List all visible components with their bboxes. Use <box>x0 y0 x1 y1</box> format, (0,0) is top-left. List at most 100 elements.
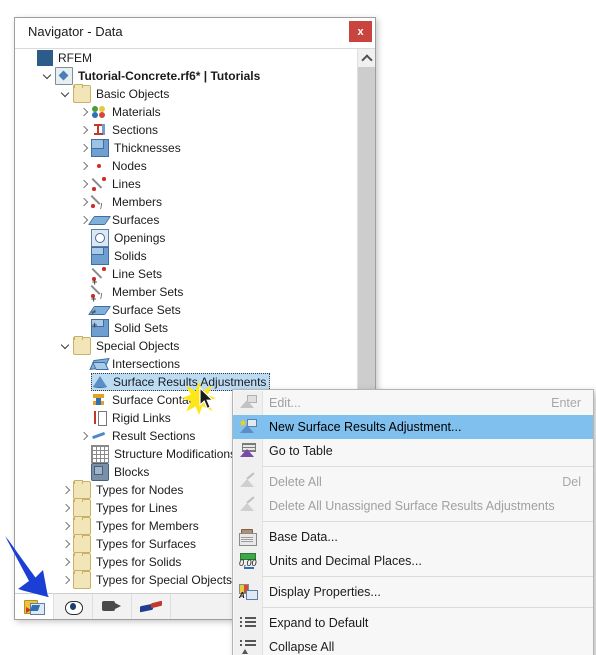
chevron-right-icon[interactable] <box>77 427 91 445</box>
tree-item-content[interactable]: I Members <box>91 193 162 211</box>
navigator-views-button[interactable] <box>93 594 132 619</box>
menu-item-expand-to-default[interactable]: Expand to Default <box>233 611 593 635</box>
menu-item-label: Delete All Unassigned Surface Results Ad… <box>269 499 555 513</box>
tree-item-label: RFEM <box>58 51 92 65</box>
tree-item-members[interactable]: I Members <box>15 193 353 211</box>
tree-item-label: Solid Sets <box>114 321 169 335</box>
tree-item-content[interactable]: Intersections <box>91 355 180 373</box>
tree-item-content[interactable]: Surface Contacts <box>91 391 204 409</box>
menu-item-label: Base Data... <box>269 530 338 544</box>
base-data-icon <box>239 529 257 546</box>
tree-item-content[interactable]: Types for Lines <box>73 498 178 517</box>
tree-item-content[interactable]: Basic Objects <box>73 84 170 103</box>
chevron-right-icon[interactable] <box>59 481 73 499</box>
chevron-right-icon[interactable] <box>77 103 91 121</box>
tree-item-content[interactable]: Blocks <box>91 463 149 481</box>
chevron-down-icon[interactable] <box>59 337 73 355</box>
tree-item-content[interactable]: Surfaces <box>91 211 159 229</box>
menu-item-edit: Edit... Enter <box>233 391 593 415</box>
tree-item-content[interactable]: Sections <box>91 121 158 139</box>
tree-item-intersections[interactable]: Intersections <box>15 355 353 373</box>
chevron-right-icon[interactable] <box>77 121 91 139</box>
menu-item-new-surface-results-adjustment[interactable]: New Surface Results Adjustment... <box>233 415 593 439</box>
tree-item-content[interactable]: Result Sections <box>91 427 195 445</box>
menu-item-base-data[interactable]: Base Data... <box>233 525 593 549</box>
tree-item-line-sets[interactable]: Line Sets <box>15 265 353 283</box>
tree-item-content[interactable]: Surface Sets <box>91 301 181 319</box>
tree-item-materials[interactable]: Materials <box>15 103 353 121</box>
chevron-right-icon[interactable] <box>59 535 73 553</box>
menu-item-icon-slot <box>233 415 261 439</box>
tree-item-content[interactable]: Tutorial-Concrete.rf6* | Tutorials <box>55 67 260 85</box>
tree-item-content[interactable]: RFEM <box>37 49 92 67</box>
menu-item-units-and-decimal-places[interactable]: 0,00 Units and Decimal Places... <box>233 549 593 573</box>
tree-item-solids[interactable]: Solids <box>15 247 353 265</box>
tree-item-basic-objects[interactable]: Basic Objects <box>15 84 353 103</box>
tree-item-content[interactable]: Types for Special Objects <box>73 570 233 589</box>
chevron-right-icon[interactable] <box>77 175 91 193</box>
tree-item-content[interactable]: Types for Surfaces <box>73 534 196 553</box>
scroll-up-arrow-icon[interactable] <box>358 49 375 66</box>
chevron-right-icon[interactable] <box>59 553 73 571</box>
folder-icon <box>73 534 91 553</box>
tree-item-content[interactable]: Lines <box>91 175 141 193</box>
surface-sets-icon <box>91 302 107 318</box>
tree-item-nodes[interactable]: Nodes <box>15 157 353 175</box>
tree-item-content[interactable]: I Member Sets <box>91 283 183 301</box>
scrollbar-thumb[interactable] <box>358 67 375 403</box>
tree-item-label: Types for Special Objects <box>96 573 233 587</box>
tree-item-label: Surface Sets <box>112 303 181 317</box>
tree-item-member-sets[interactable]: I Member Sets <box>15 283 353 301</box>
tree-item-surface-sets[interactable]: Surface Sets <box>15 301 353 319</box>
tree-item-label: Types for Lines <box>96 501 178 515</box>
chevron-right-icon[interactable] <box>77 139 91 157</box>
tree-item-content[interactable]: Rigid Links <box>91 409 171 427</box>
chevron-right-icon[interactable] <box>77 157 91 175</box>
chevron-right-icon[interactable] <box>59 517 73 535</box>
tree-item-openings[interactable]: Openings <box>15 229 353 247</box>
navigator-results-button[interactable] <box>132 594 171 619</box>
tree-item-label: Intersections <box>112 357 181 371</box>
chevron-down-icon[interactable] <box>41 67 55 85</box>
tree-item-special-objects[interactable]: Special Objects <box>15 336 353 355</box>
tree-item-content[interactable]: Solids <box>91 247 147 265</box>
tree-item-tutorial-concrete-rf6-tutorials[interactable]: Tutorial-Concrete.rf6* | Tutorials <box>15 67 353 85</box>
tree-item-content[interactable]: Line Sets <box>91 265 162 283</box>
rfem-icon <box>37 50 53 66</box>
close-button[interactable]: x <box>349 21 372 42</box>
chevron-down-icon[interactable] <box>59 85 73 103</box>
tree-item-content[interactable]: Types for Members <box>73 516 199 535</box>
menu-item-go-to-table[interactable]: Go to Table <box>233 439 593 463</box>
chevron-right-icon[interactable] <box>77 193 91 211</box>
chevron-right-icon[interactable] <box>77 211 91 229</box>
tree-item-surfaces[interactable]: Surfaces <box>15 211 353 229</box>
tree-item-content[interactable]: Structure Modifications <box>91 445 236 463</box>
tree-item-content[interactable]: Nodes <box>91 157 147 175</box>
menu-item-label: Units and Decimal Places... <box>269 554 422 568</box>
tree-item-content[interactable]: Types for Solids <box>73 552 181 571</box>
menu-item-icon-slot <box>233 611 261 635</box>
member-sets-icon: I <box>91 284 107 301</box>
tree-item-content[interactable]: Materials <box>91 103 161 121</box>
chevron-right-icon[interactable] <box>59 571 73 589</box>
tree-item-lines[interactable]: Lines <box>15 175 353 193</box>
tree-item-sections[interactable]: Sections <box>15 121 353 139</box>
surfaces-icon <box>91 212 107 228</box>
menu-item-collapse-all[interactable]: Collapse All <box>233 635 593 655</box>
tree-item-content[interactable]: Special Objects <box>73 336 179 355</box>
file-icon <box>55 67 73 85</box>
tree-item-solid-sets[interactable]: Solid Sets <box>15 319 353 337</box>
chevron-right-icon[interactable] <box>59 499 73 517</box>
tree-item-content[interactable]: Solid Sets <box>91 319 168 337</box>
menu-item-display-properties[interactable]: A Display Properties... <box>233 580 593 604</box>
tree-item-thicknesses[interactable]: Thicknesses <box>15 139 353 157</box>
tree-item-label: Basic Objects <box>96 87 170 101</box>
tree-item-rfem[interactable]: RFEM <box>15 49 353 67</box>
tree-item-content[interactable]: Openings <box>91 229 165 247</box>
menu-item-label: Expand to Default <box>269 616 369 630</box>
tree-item-content[interactable]: Thicknesses <box>91 139 181 157</box>
eye-icon <box>63 600 83 615</box>
tree-item-content[interactable]: Types for Nodes <box>73 480 183 499</box>
